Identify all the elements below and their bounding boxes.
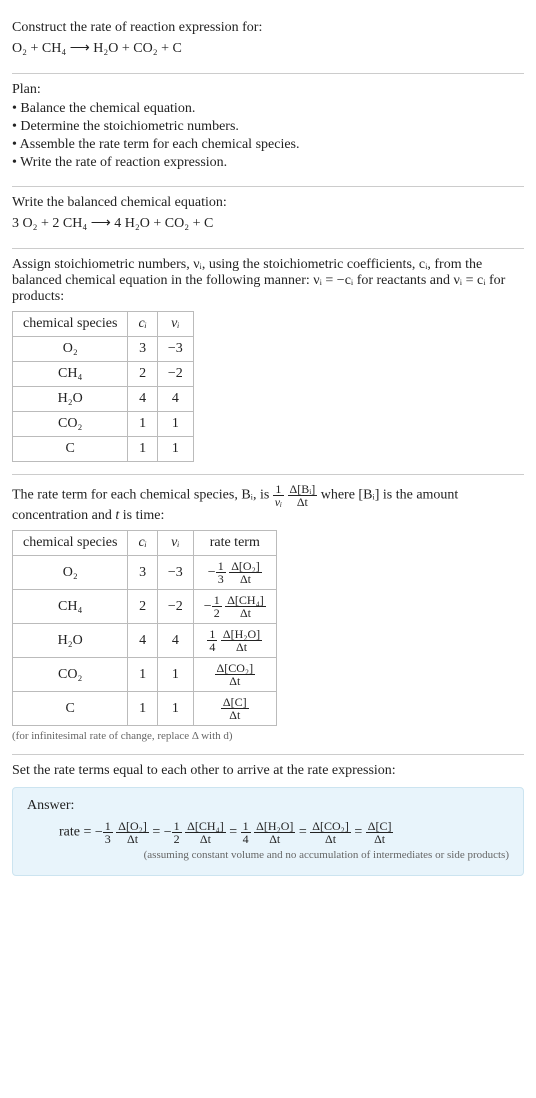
title: Construct the rate of reaction expressio… bbox=[12, 20, 524, 36]
table-row: O₂3−3 bbox=[13, 337, 194, 362]
answer-equation: rate = −13 Δ[O₂]Δt = −12 Δ[CH₄]Δt = 14 Δ… bbox=[27, 820, 509, 845]
rate-section: The rate term for each chemical species,… bbox=[12, 475, 524, 754]
final-section: Set the rate terms equal to each other t… bbox=[12, 755, 524, 888]
assumption-note: (assuming constant volume and no accumul… bbox=[27, 849, 509, 861]
balanced-section: Write the balanced chemical equation: 3 … bbox=[12, 187, 524, 248]
table-row: O₂3−3−13 Δ[O₂]Δt bbox=[13, 556, 277, 590]
col-vi: νᵢ bbox=[157, 312, 193, 337]
answer-label: Answer: bbox=[27, 798, 509, 814]
table-row: C11Δ[C]Δt bbox=[13, 692, 277, 726]
infinitesimal-note: (for infinitesimal rate of change, repla… bbox=[12, 730, 524, 742]
unbalanced-equation: O₂ + CH₄ ⟶ H₂O + CO₂ + C bbox=[12, 36, 524, 61]
table-header-row: chemical species cᵢ νᵢ bbox=[13, 312, 194, 337]
plan-item: • Write the rate of reaction expression. bbox=[12, 154, 524, 172]
plan-item: • Assemble the rate term for each chemic… bbox=[12, 136, 524, 154]
stoich-section: Assign stoichiometric numbers, νᵢ, using… bbox=[12, 249, 524, 474]
plan-section: Plan: • Balance the chemical equation. •… bbox=[12, 74, 524, 186]
rate-intro: The rate term for each chemical species,… bbox=[12, 483, 524, 524]
table-row: CH₄2−2−12 Δ[CH₄]Δt bbox=[13, 590, 277, 624]
col-ci: cᵢ bbox=[128, 312, 157, 337]
problem-statement: Construct the rate of reaction expressio… bbox=[12, 12, 524, 73]
stoich-table: chemical species cᵢ νᵢ O₂3−3 CH₄2−2 H₂O4… bbox=[12, 311, 194, 462]
table-row: C11 bbox=[13, 437, 194, 462]
table-row: H₂O44 bbox=[13, 387, 194, 412]
balanced-equation: 3 O₂ + 2 CH₄ ⟶ 4 H₂O + CO₂ + C bbox=[12, 211, 524, 236]
plan-item: • Determine the stoichiometric numbers. bbox=[12, 118, 524, 136]
answer-box: Answer: rate = −13 Δ[O₂]Δt = −12 Δ[CH₄]Δ… bbox=[12, 787, 524, 876]
frac-1-over-vi: 1 νᵢ bbox=[273, 483, 284, 508]
frac-dBi-dt: Δ[Bᵢ] Δt bbox=[288, 483, 318, 508]
table-row: CO₂11Δ[CO₂]Δt bbox=[13, 658, 277, 692]
table-header-row: chemical species cᵢ νᵢ rate term bbox=[13, 531, 277, 556]
stoich-intro: Assign stoichiometric numbers, νᵢ, using… bbox=[12, 257, 524, 305]
balanced-heading: Write the balanced chemical equation: bbox=[12, 195, 524, 211]
plan-item: • Balance the chemical equation. bbox=[12, 100, 524, 118]
table-row: CO₂11 bbox=[13, 412, 194, 437]
plan-list: • Balance the chemical equation. • Deter… bbox=[12, 98, 524, 174]
table-row: H₂O4414 Δ[H₂O]Δt bbox=[13, 624, 277, 658]
table-row: CH₄2−2 bbox=[13, 362, 194, 387]
set-equal-text: Set the rate terms equal to each other t… bbox=[12, 763, 524, 779]
col-species: chemical species bbox=[13, 312, 128, 337]
rate-table: chemical species cᵢ νᵢ rate term O₂3−3−1… bbox=[12, 530, 277, 726]
plan-heading: Plan: bbox=[12, 82, 524, 98]
